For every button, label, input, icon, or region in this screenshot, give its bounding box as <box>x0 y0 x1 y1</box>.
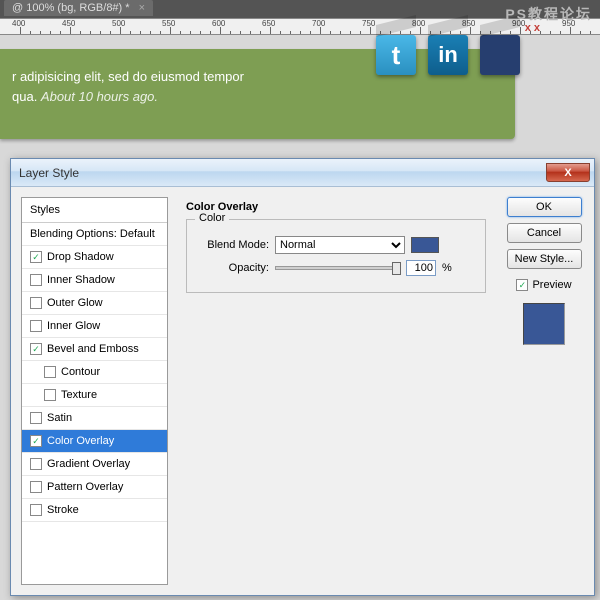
opacity-label: Opacity: <box>197 262 269 274</box>
close-icon[interactable]: × <box>133 2 145 14</box>
style-item-label: Pattern Overlay <box>47 481 123 493</box>
styles-list: Styles Blending Options: Default ✓ Drop S… <box>21 197 168 585</box>
checkbox[interactable] <box>30 297 42 309</box>
style-item-stroke[interactable]: Stroke <box>22 499 167 522</box>
style-item-label: Bevel and Emboss <box>47 343 139 355</box>
style-item-label: Satin <box>47 412 72 424</box>
preview-checkbox-row[interactable]: ✓ Preview <box>516 279 571 291</box>
slider-thumb[interactable] <box>392 262 401 275</box>
style-item-inner-glow[interactable]: Inner Glow <box>22 315 167 338</box>
checkbox[interactable]: ✓ <box>30 251 42 263</box>
banner-line2a: qua. <box>12 89 41 104</box>
dialog-body: Styles Blending Options: Default ✓ Drop S… <box>11 187 594 595</box>
style-item-label: Stroke <box>47 504 79 516</box>
checkbox[interactable] <box>30 458 42 470</box>
social-icons: t in <box>376 35 520 75</box>
layer-style-dialog: Layer Style X Styles Blending Options: D… <box>10 158 595 596</box>
checkbox[interactable] <box>30 320 42 332</box>
close-button[interactable]: X <box>546 163 590 182</box>
fieldset-legend: Color <box>195 212 229 224</box>
style-item-drop-shadow[interactable]: ✓ Drop Shadow <box>22 246 167 269</box>
checkbox[interactable] <box>30 504 42 516</box>
new-style-button[interactable]: New Style... <box>507 249 582 269</box>
color-swatch[interactable] <box>411 237 439 253</box>
settings-panel: Color Overlay Color Blend Mode: Normal O… <box>176 197 496 585</box>
style-item-bevel-and-emboss[interactable]: ✓ Bevel and Emboss <box>22 338 167 361</box>
dialog-titlebar[interactable]: Layer Style X <box>11 159 594 187</box>
banner-line1: r adipisicing elit, sed do eiusmod tempo… <box>12 69 244 84</box>
style-item-label: Outer Glow <box>47 297 103 309</box>
blank-social-icon[interactable] <box>480 35 520 75</box>
dialog-title: Layer Style <box>19 166 546 180</box>
color-fieldset: Color Blend Mode: Normal Opacity: % <box>186 219 486 293</box>
opacity-input[interactable] <box>406 260 436 276</box>
style-item-label: Inner Shadow <box>47 274 115 286</box>
document-tab-title: @ 100% (bg, RGB/8#) * <box>12 2 130 14</box>
style-item-label: Drop Shadow <box>47 251 114 263</box>
style-item-contour[interactable]: Contour <box>22 361 167 384</box>
style-item-texture[interactable]: Texture <box>22 384 167 407</box>
preview-label: Preview <box>532 279 571 291</box>
content-banner: r adipisicing elit, sed do eiusmod tempo… <box>0 49 515 139</box>
checkbox[interactable] <box>44 389 56 401</box>
style-item-label: Texture <box>61 389 97 401</box>
document-tab[interactable]: @ 100% (bg, RGB/8#) * × <box>4 0 153 16</box>
style-item-color-overlay[interactable]: ✓ Color Overlay <box>22 430 167 453</box>
twitter-icon[interactable]: t <box>376 35 416 75</box>
style-item-satin[interactable]: Satin <box>22 407 167 430</box>
style-item-label: Gradient Overlay <box>47 458 130 470</box>
style-item-label: Contour <box>61 366 100 378</box>
style-item-outer-glow[interactable]: Outer Glow <box>22 292 167 315</box>
ok-button[interactable]: OK <box>507 197 582 217</box>
banner-timestamp: About 10 hours ago. <box>41 89 158 104</box>
checkbox[interactable] <box>30 274 42 286</box>
styles-header[interactable]: Styles <box>22 198 167 223</box>
opacity-unit: % <box>442 262 452 274</box>
dialog-buttons: OK Cancel New Style... ✓ Preview <box>504 197 584 585</box>
preview-swatch <box>523 303 565 345</box>
settings-title: Color Overlay <box>186 201 486 213</box>
style-item-gradient-overlay[interactable]: Gradient Overlay <box>22 453 167 476</box>
preview-checkbox[interactable]: ✓ <box>516 279 528 291</box>
blending-options-row[interactable]: Blending Options: Default <box>22 223 167 246</box>
style-item-label: Color Overlay <box>47 435 114 447</box>
cancel-button[interactable]: Cancel <box>507 223 582 243</box>
linkedin-icon[interactable]: in <box>428 35 468 75</box>
checkbox[interactable] <box>44 366 56 378</box>
checkbox[interactable] <box>30 412 42 424</box>
opacity-slider[interactable] <box>275 266 400 270</box>
style-item-pattern-overlay[interactable]: Pattern Overlay <box>22 476 167 499</box>
style-item-label: Inner Glow <box>47 320 100 332</box>
checkbox[interactable]: ✓ <box>30 343 42 355</box>
watermark: PS教程论坛 <box>505 4 592 24</box>
blend-mode-label: Blend Mode: <box>197 239 269 251</box>
checkbox[interactable] <box>30 481 42 493</box>
checkbox[interactable]: ✓ <box>30 435 42 447</box>
blend-mode-select[interactable]: Normal <box>275 236 405 254</box>
canvas-area: r adipisicing elit, sed do eiusmod tempo… <box>0 35 600 155</box>
style-item-inner-shadow[interactable]: Inner Shadow <box>22 269 167 292</box>
